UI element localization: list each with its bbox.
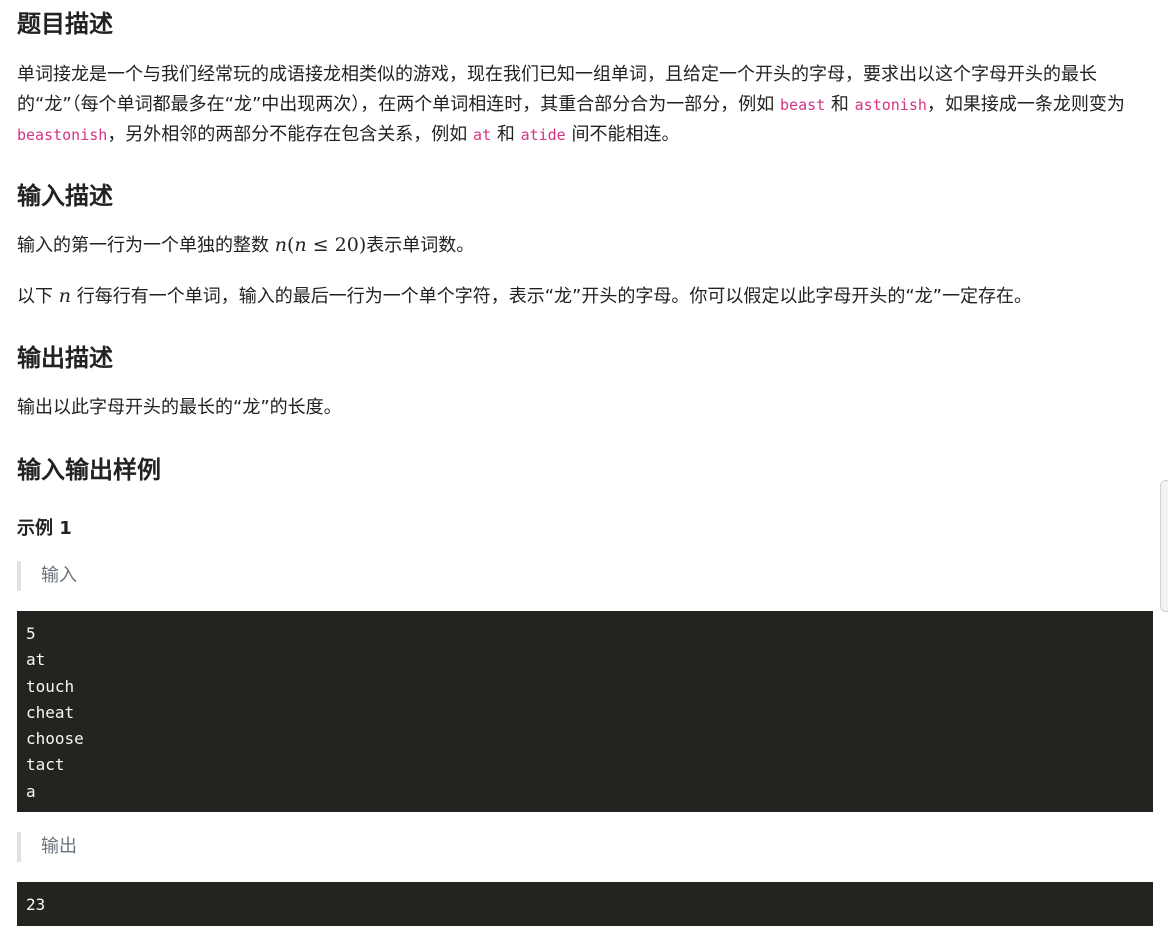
example-label: 示例 1: [17, 518, 72, 539]
output-text: 输出以此字母开头的最长的“龙”的长度。: [17, 397, 342, 418]
desc-segment: ，另外相邻的两部分不能存在包含关系，例如: [107, 124, 474, 145]
math-var: n: [294, 234, 307, 256]
desc-segment: ，如果接成一条龙则变为: [926, 94, 1125, 115]
samples-heading: 输入输出样例: [17, 456, 161, 484]
math-expression: n(n ≤ 20): [275, 234, 367, 256]
input-label-quote: 输入: [17, 561, 77, 591]
code-line: choose: [26, 729, 84, 749]
math-operator: ≤: [306, 234, 335, 256]
math-var: n: [274, 234, 287, 256]
input-text: 以下: [17, 286, 59, 307]
math-number: 20: [334, 234, 359, 256]
input-text: 表示单词数。: [366, 235, 475, 256]
output-label-quote: 输出: [17, 832, 77, 862]
code-beastonish: beastonish: [17, 126, 108, 144]
code-beast: beast: [780, 96, 826, 114]
input-text: 行每行有一个单词，输入的最后一行为一个单个字符，表示“龙”开头的字母。你可以假定…: [70, 286, 1033, 307]
output-heading: 输出描述: [17, 344, 113, 372]
code-line: cheat: [26, 702, 75, 722]
side-scroll-handle[interactable]: [1160, 480, 1168, 612]
description-text: 单词接龙是一个与我们经常玩的成语接龙相类似的游戏，现在我们已知一组单词，且给定一…: [17, 60, 1153, 150]
code-at: at: [473, 126, 492, 144]
math-var: n: [58, 285, 71, 307]
sample-output-codeblock[interactable]: 23: [17, 882, 1153, 926]
code-astonish: astonish: [854, 96, 927, 114]
code-line: 23: [26, 895, 46, 914]
code-atide: atide: [520, 126, 566, 144]
input-line-1: 输入的第一行为一个单独的整数 n(n ≤ 20)表示单词数。: [17, 230, 474, 261]
description-heading: 题目描述: [17, 10, 113, 38]
input-line-2: 以下 n 行每行有一个单词，输入的最后一行为一个单个字符，表示“龙”开头的字母。…: [17, 281, 1032, 312]
sample-input-codeblock[interactable]: 5 at touch cheat choose tact a: [17, 611, 1153, 812]
desc-segment: 间不能相连。: [565, 124, 680, 145]
input-heading: 输入描述: [17, 182, 113, 210]
code-line: tact: [26, 755, 65, 775]
code-line: touch: [26, 676, 75, 696]
code-line: at: [26, 650, 46, 670]
code-line: a: [26, 781, 36, 801]
input-text: 输入的第一行为一个单独的整数: [17, 235, 275, 256]
code-line: 5: [26, 624, 36, 643]
desc-segment: 和: [491, 124, 521, 145]
desc-segment: 和: [825, 94, 855, 115]
